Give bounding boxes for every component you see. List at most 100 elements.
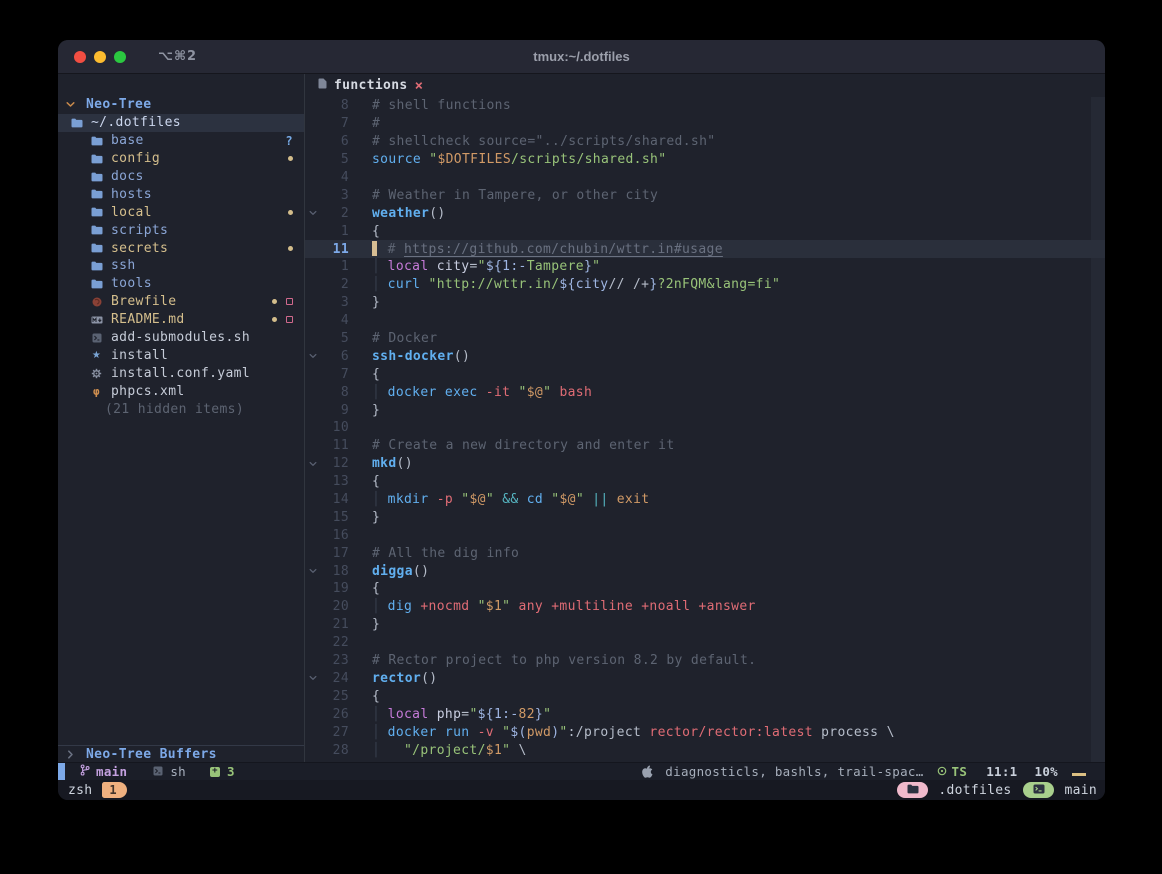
tree-item-install[interactable]: ★install — [58, 346, 304, 364]
code-line[interactable]: 2weather() — [305, 204, 1105, 222]
code-line[interactable]: 6ssh-docker() — [305, 347, 1105, 365]
tab-functions[interactable]: functions — [334, 78, 408, 93]
code-line[interactable]: 9} — [305, 401, 1105, 419]
token — [813, 725, 821, 740]
code-line[interactable]: 11# Create a new directory and enter it — [305, 437, 1105, 455]
code-line[interactable]: 14│mkdir -p "$@" && cd "$@" || exit — [305, 491, 1105, 509]
code-line[interactable]: 26│local php="${1:-82}" — [305, 705, 1105, 723]
folder-icon — [88, 243, 105, 253]
fold-chevron-icon[interactable] — [305, 675, 320, 681]
tree-item-local[interactable]: local — [58, 203, 304, 221]
shell-script-icon — [88, 333, 105, 343]
code-line[interactable]: 17# All the dig info — [305, 544, 1105, 562]
code-line[interactable]: 2│curl "http://wttr.in/${city// /+}?2nFQ… — [305, 276, 1105, 294]
brew-icon — [88, 297, 105, 307]
tree-item-secrets[interactable]: secrets — [58, 239, 304, 257]
token: $@ — [469, 492, 485, 507]
code-text: } — [372, 403, 380, 418]
code-line[interactable]: 1{ — [305, 222, 1105, 240]
root-label: ~/.dotfiles — [91, 115, 181, 130]
cursor — [372, 241, 377, 256]
token: docker — [388, 725, 437, 740]
tree-item-base[interactable]: base? — [58, 132, 304, 150]
neo-tree-buffers-header[interactable]: Neo-Tree Buffers — [58, 745, 304, 762]
git-status-badges — [288, 156, 293, 161]
code-line[interactable]: 16 — [305, 526, 1105, 544]
code-line[interactable]: 13{ — [305, 473, 1105, 491]
code-line[interactable]: 21} — [305, 616, 1105, 634]
code-line[interactable]: 10 — [305, 419, 1105, 437]
token: () — [397, 456, 413, 471]
code-line[interactable]: 8# shell functions — [305, 97, 1105, 115]
tree-item-docs[interactable]: docs — [58, 168, 304, 186]
tree-item-ssh[interactable]: ssh — [58, 257, 304, 275]
code-line[interactable]: 1│local city="${1:-Tampere}" — [305, 258, 1105, 276]
token: "http://wttr.in/ — [429, 277, 560, 292]
code-line[interactable]: 20│dig +nocmd "$1" any +multiline +noall… — [305, 598, 1105, 616]
fold-chevron-icon[interactable] — [305, 461, 320, 467]
code-line[interactable]: 24rector() — [305, 670, 1105, 688]
code-text: { — [372, 474, 380, 489]
neo-tree-header[interactable]: Neo-Tree — [58, 96, 304, 114]
tmux-session-badge — [1023, 782, 1054, 798]
code-line[interactable]: 23# Rector project to php version 8.2 by… — [305, 652, 1105, 670]
tree-item-scripts[interactable]: scripts — [58, 221, 304, 239]
token: Tampere — [527, 259, 584, 274]
code-line[interactable]: 4 — [305, 169, 1105, 187]
code-line[interactable]: 15} — [305, 508, 1105, 526]
code-line[interactable]: 8│docker exec -it "$@" bash — [305, 383, 1105, 401]
fold-chevron-icon[interactable] — [305, 210, 320, 216]
fold-chevron-icon[interactable] — [305, 353, 320, 359]
code-line[interactable]: 7# — [305, 115, 1105, 133]
token: " — [519, 385, 527, 400]
tree-item-hosts[interactable]: hosts — [58, 185, 304, 203]
code-buffer[interactable]: 8# shell functions7#6# shellcheck source… — [305, 97, 1105, 762]
folder-icon — [88, 136, 105, 146]
tree-root-dotfiles[interactable]: ~/.dotfiles — [58, 114, 304, 132]
code-line[interactable]: 7{ — [305, 365, 1105, 383]
code-line[interactable]: 22 — [305, 634, 1105, 652]
treesitter-label: TS — [952, 764, 968, 779]
tree-item-readme-md[interactable]: README.md — [58, 311, 304, 329]
code-line[interactable]: 5# Docker — [305, 330, 1105, 348]
close-tab-icon[interactable]: × — [415, 78, 423, 94]
tree-item-label: base — [111, 133, 144, 148]
tree-item-config[interactable]: config — [58, 150, 304, 168]
code-text: mkd() — [372, 456, 413, 471]
token: any — [519, 599, 544, 614]
code-line[interactable]: 5source "$DOTFILES/scripts/shared.sh" — [305, 151, 1105, 169]
code-line[interactable]: 19{ — [305, 580, 1105, 598]
tmux-session-label: main — [1064, 783, 1097, 798]
code-line[interactable]: 3# Weather in Tampere, or other city — [305, 186, 1105, 204]
tree-item-brewfile[interactable]: Brewfile — [58, 293, 304, 311]
markdown-icon — [88, 316, 105, 324]
line-number: 25 — [320, 689, 349, 704]
terminal-window: ⌥⌘2 tmux:~/.dotfiles Neo-Tree ~/.dotfile… — [58, 40, 1105, 800]
tree-item-label: install.conf.yaml — [111, 366, 250, 381]
token — [429, 707, 437, 722]
line-number: 15 — [320, 510, 349, 525]
line-number: 8 — [320, 98, 349, 113]
tree-item-add-submodules-sh[interactable]: add-submodules.sh — [58, 329, 304, 347]
code-line[interactable]: 6# shellcheck source="../scripts/shared.… — [305, 133, 1105, 151]
token: rector/rector:latest — [649, 725, 813, 740]
line-number: 20 — [320, 599, 349, 614]
code-text: │local city="${1:-Tampere}" — [372, 259, 600, 274]
tmux-statusbar: zsh 1 .dotfiles main — [58, 780, 1105, 800]
token: curl — [388, 277, 421, 292]
code-line-current[interactable]: 11# https://github.com/chubin/wttr.in#us… — [305, 240, 1105, 258]
code-line[interactable]: 3} — [305, 294, 1105, 312]
line-number: 2 — [320, 206, 349, 221]
code-line[interactable]: 4 — [305, 312, 1105, 330]
tmux-window-zsh[interactable]: zsh 1 — [68, 782, 127, 798]
code-line[interactable]: 27│docker run -v "$(pwd)":/project recto… — [305, 723, 1105, 741]
code-line[interactable]: 25{ — [305, 687, 1105, 705]
code-line[interactable]: 18digga() — [305, 562, 1105, 580]
code-line[interactable]: 28│ "/project/$1" \ — [305, 741, 1105, 759]
fold-chevron-icon[interactable] — [305, 568, 320, 574]
code-line[interactable]: 12mkd() — [305, 455, 1105, 473]
tree-item-tools[interactable]: tools — [58, 275, 304, 293]
tree-item-phpcs-xml[interactable]: φphpcs.xml — [58, 382, 304, 400]
token: cd — [527, 492, 543, 507]
tree-item-install-conf-yaml[interactable]: install.conf.yaml — [58, 364, 304, 382]
